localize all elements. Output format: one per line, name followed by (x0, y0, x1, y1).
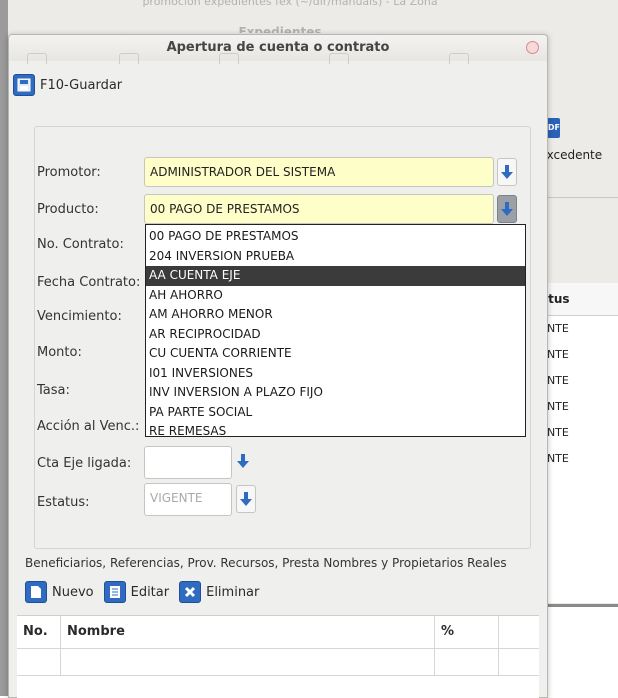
eliminar-button[interactable]: Eliminar (179, 581, 259, 603)
nuevo-button[interactable]: Nuevo (25, 581, 94, 603)
dropdown-option[interactable]: AM AHORRO MENOR (146, 305, 525, 325)
cta-eje-label: Cta Eje ligada: (37, 456, 132, 471)
producto-dropdown-button[interactable] (497, 195, 517, 223)
dropdown-option[interactable]: RE REMESAS (146, 422, 525, 442)
background-top-text: promocion expedientes fex (~/dir/manuals… (142, 0, 438, 8)
producto-dropdown-list: 00 PAGO DE PRESTAMOS 204 INVERSION PRUEB… (145, 224, 526, 438)
grid-cell (61, 649, 435, 675)
grid-header-row: No. Nombre % (17, 616, 539, 649)
dropdown-option[interactable]: CU CUENTA CORRIENTE (146, 344, 525, 364)
grid-cell (435, 649, 499, 675)
save-icon (13, 74, 35, 96)
dropdown-option[interactable]: PA PARTE SOCIAL (146, 403, 525, 423)
nuevo-label: Nuevo (52, 584, 94, 600)
dialog-titlebar[interactable]: Apertura de cuenta o contrato (9, 35, 547, 64)
beneficiarios-toolbar: Nuevo Editar Eliminar (25, 581, 263, 603)
dialog-toolbar: F10-Guardar (9, 69, 547, 99)
no-contrato-label: No. Contrato: (37, 237, 124, 252)
promotor-label: Promotor: (37, 165, 101, 180)
left-window-edge (0, 0, 8, 696)
eliminar-label: Eliminar (206, 584, 260, 600)
background-window-title: Expedientes (238, 25, 322, 33)
arrow-down-icon (240, 492, 252, 506)
edit-document-icon (103, 581, 126, 603)
background-table-cell: ENTE (540, 426, 569, 439)
producto-label: Producto: (37, 202, 99, 217)
cta-eje-lookup-button[interactable] (237, 453, 249, 473)
dialog-title: Apertura de cuenta o contrato (166, 40, 390, 55)
beneficiarios-grid: No. Nombre % (17, 615, 539, 698)
promotor-field[interactable]: ADMINISTRADOR DEL SISTEMA (144, 157, 494, 187)
background-table-cell: ENTE (540, 348, 569, 361)
producto-select[interactable]: 00 PAGO DE PRESTAMOS (144, 194, 494, 224)
grid-header-no[interactable]: No. (17, 616, 61, 648)
save-button[interactable]: F10-Guardar (13, 74, 122, 96)
close-icon[interactable] (526, 41, 539, 54)
accion-label: Acción al Venc.: (37, 419, 140, 434)
background-table-header: atus (540, 283, 618, 316)
dropdown-option[interactable]: INV INVERSION A PLAZO FIJO (146, 383, 525, 403)
estatus-lookup-button[interactable] (236, 485, 256, 513)
background-table-cell: ENTE (540, 322, 569, 335)
grid-header-nombre[interactable]: Nombre (61, 616, 435, 648)
promotor-lookup-button[interactable] (497, 158, 517, 186)
apertura-dialog: Apertura de cuenta o contrato F10-Guarda… (8, 34, 548, 698)
background-separator (540, 197, 618, 198)
grid-cell (17, 649, 61, 675)
arrow-down-icon (501, 165, 513, 179)
background-table-cell: ENTE (540, 452, 569, 465)
dropdown-option[interactable]: 204 INVERSION PRUEBA (146, 247, 525, 267)
vencimiento-label: Vencimiento: (37, 309, 122, 324)
new-document-icon (25, 581, 47, 603)
beneficiarios-label: Beneficiarios, Referencias, Prov. Recurs… (25, 556, 507, 570)
dropdown-option[interactable]: I01 INVERSIONES (146, 364, 525, 384)
dropdown-option[interactable]: AR RECIPROCIDAD (146, 325, 525, 345)
delete-x-icon (179, 581, 202, 603)
grid-header-pct[interactable]: % (435, 616, 499, 648)
excedente-button[interactable]: Excedente (539, 148, 602, 162)
dropdown-option[interactable]: 00 PAGO DE PRESTAMOS (146, 227, 525, 247)
dropdown-option[interactable]: AH AHORRO (146, 286, 525, 306)
save-label: F10-Guardar (40, 77, 123, 93)
background-table-cell: ENTE (540, 400, 569, 413)
editar-label: Editar (130, 584, 170, 600)
arrow-down-icon (501, 202, 513, 216)
background-table: atus ENTE ENTE ENTE ENTE ENTE ENTE (540, 283, 618, 603)
background-table-cell: ENTE (540, 374, 569, 387)
monto-label: Monto: (37, 345, 82, 360)
grid-row[interactable] (17, 649, 539, 676)
dropdown-option-selected[interactable]: AA CUENTA EJE (146, 266, 525, 286)
estatus-label: Estatus: (37, 495, 90, 510)
arrow-down-icon (237, 454, 249, 468)
background-divider (546, 604, 618, 607)
estatus-field[interactable]: VIGENTE (144, 483, 232, 516)
editar-button[interactable]: Editar (103, 581, 170, 603)
fecha-contrato-label: Fecha Contrato: (37, 275, 141, 290)
tasa-label: Tasa: (37, 383, 70, 398)
background-toolbar: PDF Excedente (539, 100, 618, 200)
cta-eje-field[interactable] (144, 446, 232, 479)
